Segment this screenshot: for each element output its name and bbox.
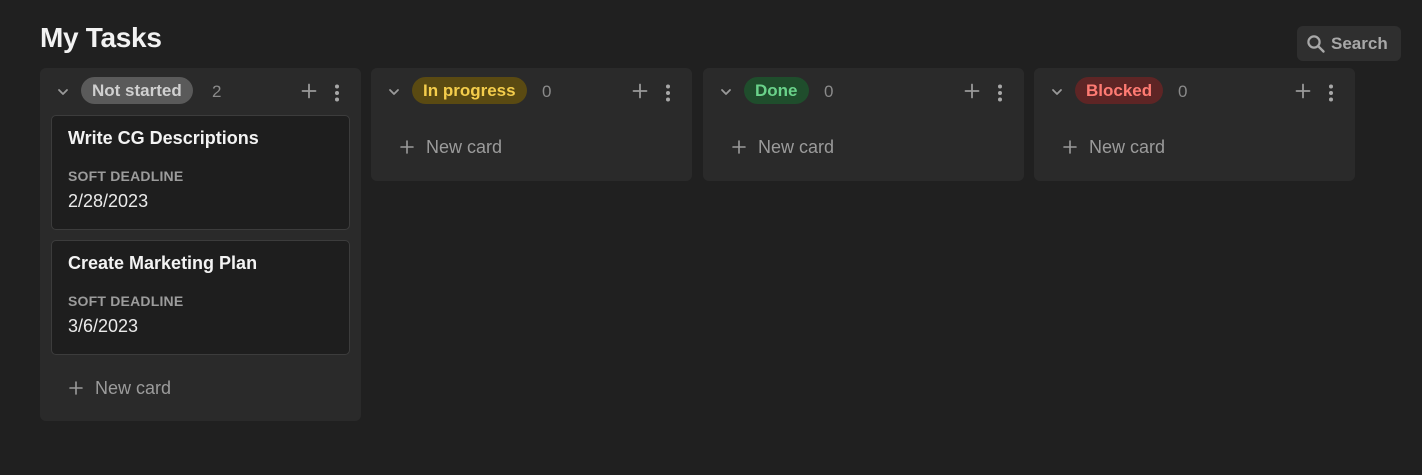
search-label: Search [1331, 33, 1388, 53]
card-title: Write CG Descriptions [68, 128, 259, 148]
new-card-button[interactable]: New card [40, 365, 361, 411]
new-card-button[interactable]: New card [703, 124, 1024, 170]
column-header: Blocked 0 [1034, 68, 1355, 114]
chevron-down-icon[interactable] [719, 85, 733, 99]
new-card-button[interactable]: New card [1034, 124, 1355, 170]
new-card-label: New card [758, 136, 835, 157]
card-count: 0 [1178, 82, 1188, 101]
chevron-down-icon[interactable] [56, 85, 70, 99]
chevron-down-icon[interactable] [1050, 85, 1064, 99]
board-page: My Tasks Search Not started 2 Write CG D… [0, 0, 1422, 475]
status-badge[interactable]: Not started [81, 77, 193, 104]
status-badge[interactable]: Blocked [1075, 77, 1164, 104]
new-card-label: New card [95, 377, 172, 398]
column-in-progress: In progress 0 New card [371, 68, 692, 181]
column-not-started: Not started 2 Write CG Descriptions SOFT… [40, 68, 361, 421]
card-count: 2 [212, 82, 222, 101]
card-property-value: 3/6/2023 [68, 316, 139, 336]
new-card-label: New card [1089, 136, 1166, 157]
new-card-button[interactable]: New card [371, 124, 692, 170]
card-property-label: SOFT DEADLINE [68, 168, 184, 184]
column-blocked: Blocked 0 New card [1034, 68, 1355, 181]
plus-icon [399, 139, 426, 155]
plus-icon [68, 380, 95, 396]
status-badge[interactable]: In progress [412, 77, 527, 104]
new-card-label: New card [426, 136, 503, 157]
column-header: Not started 2 [40, 68, 361, 114]
add-card-plus-icon[interactable] [962, 81, 982, 101]
status-badge[interactable]: Done [744, 77, 809, 104]
chevron-down-icon[interactable] [387, 85, 401, 99]
card-title: Create Marketing Plan [68, 253, 258, 273]
more-options-icon[interactable] [1321, 83, 1341, 103]
plus-icon [1062, 139, 1089, 155]
more-options-icon[interactable] [990, 83, 1010, 103]
more-options-icon[interactable] [327, 83, 347, 103]
column-done: Done 0 New card [703, 68, 1024, 181]
card-property-label: SOFT DEADLINE [68, 293, 184, 309]
more-options-icon[interactable] [658, 83, 678, 103]
column-header: In progress 0 [371, 68, 692, 114]
add-card-plus-icon[interactable] [299, 81, 319, 101]
search-icon [1306, 34, 1326, 54]
plus-icon [731, 139, 758, 155]
column-header: Done 0 [703, 68, 1024, 114]
card-count: 0 [542, 82, 552, 101]
add-card-plus-icon[interactable] [1293, 81, 1313, 101]
page-title: My Tasks [40, 22, 162, 53]
card-count: 0 [824, 82, 834, 101]
add-card-plus-icon[interactable] [630, 81, 650, 101]
task-card[interactable]: Write CG Descriptions SOFT DEADLINE 2/28… [51, 115, 350, 230]
card-property-value: 2/28/2023 [68, 191, 149, 211]
task-card[interactable]: Create Marketing Plan SOFT DEADLINE 3/6/… [51, 240, 350, 355]
search-button[interactable]: Search [1297, 26, 1401, 61]
